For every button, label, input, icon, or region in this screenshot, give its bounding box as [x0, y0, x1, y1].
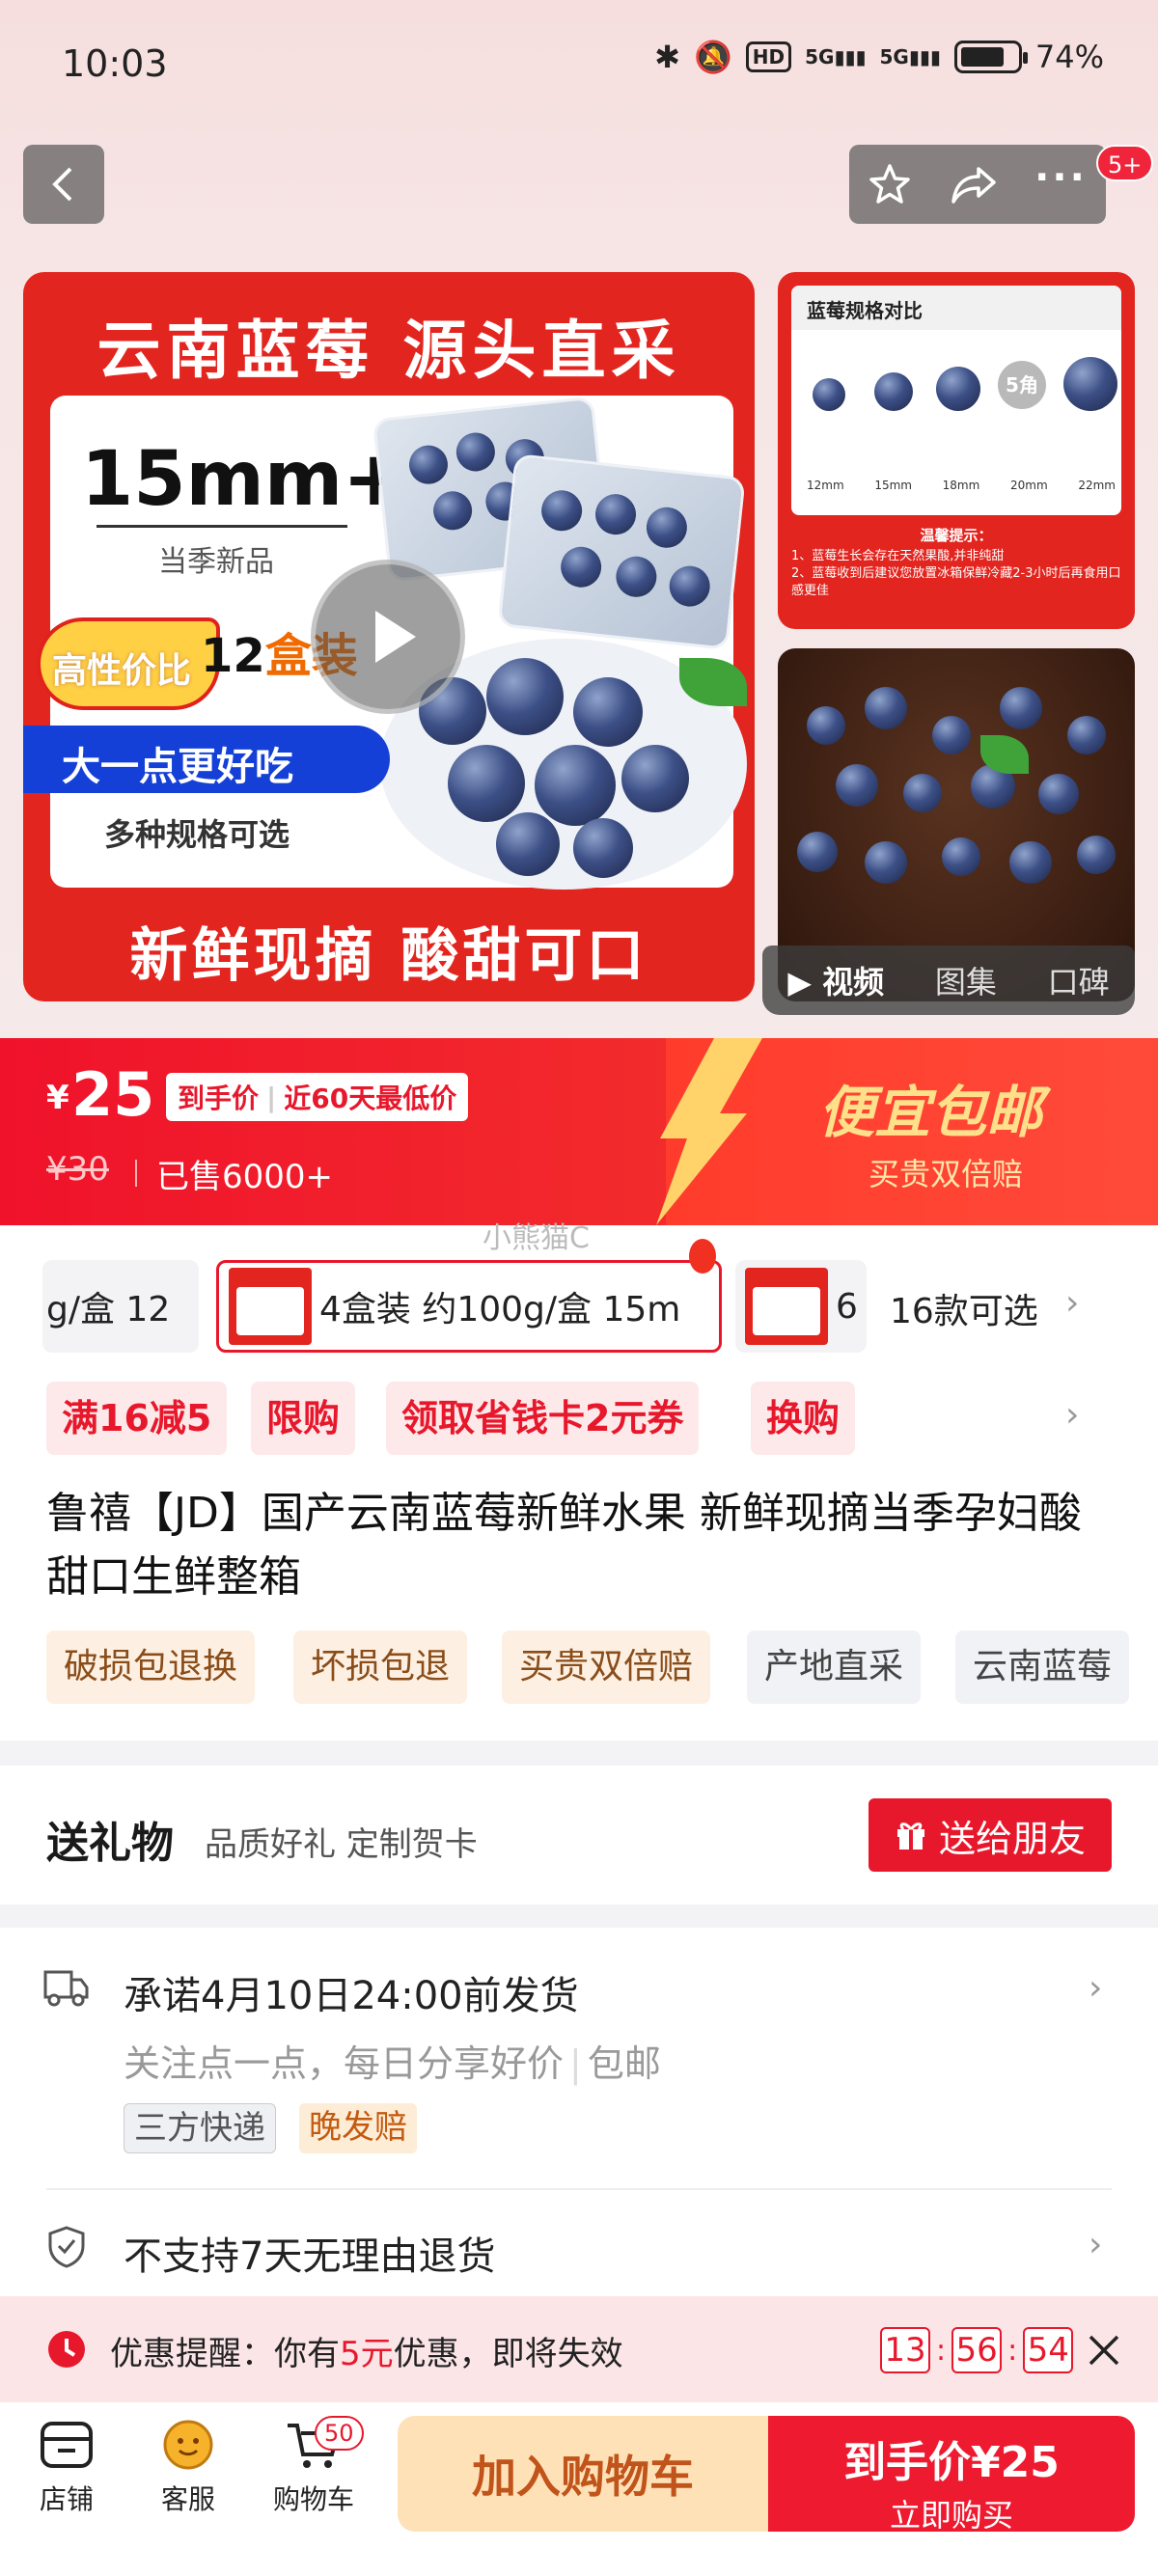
berry-box-image-2 — [497, 452, 746, 651]
value-badge: 高性价比 — [37, 617, 220, 710]
sku-option[interactable]: 6 — [735, 1260, 867, 1353]
signal-icon-2: 5G▮▮▮ — [879, 45, 941, 69]
truck-icon — [43, 1970, 89, 2007]
chevron-right-icon[interactable]: › — [1089, 2225, 1102, 2264]
promo-tag[interactable]: 换购 — [751, 1382, 856, 1455]
promo-headline: 便宜包邮 — [818, 1080, 1043, 1145]
express-tag: 三方快递 — [124, 2103, 276, 2153]
follow-text: 关注点一点，每日分享好价 | 包邮 — [124, 2042, 661, 2085]
multi-spec-label: 多种规格可选 — [104, 816, 290, 853]
status-time: 10:03 — [62, 42, 168, 85]
cart-count-badge: 50 — [315, 2416, 364, 2451]
original-price: ¥30 — [46, 1150, 109, 1189]
add-to-cart-button[interactable]: 加入购物车 — [398, 2416, 768, 2532]
late-compensation-tag: 晚发赔 — [299, 2103, 417, 2153]
battery-level: 74% — [1034, 39, 1104, 75]
countdown-seconds: 54 — [1023, 2327, 1074, 2373]
watermark: 小熊猫C — [482, 1221, 590, 1255]
gift-title: 送礼物 — [46, 1819, 174, 1868]
countdown-minutes: 56 — [951, 2327, 1003, 2373]
service-icon — [163, 2420, 213, 2470]
season-label: 当季新品 — [158, 545, 274, 579]
sku-count[interactable]: 16款可选 — [890, 1283, 1038, 1333]
hot-icon — [689, 1239, 716, 1274]
mute-bell-icon: 🔕 — [693, 39, 732, 75]
customer-service-button[interactable]: 客服 — [135, 2418, 241, 2517]
shield-check-icon — [48, 2226, 85, 2268]
size-comparison-thumbnail[interactable]: 蓝莓规格对比 5角 12mm 15mm 18mm 20mm 22mm 温馨提示： 1、蓝… — [778, 272, 1135, 629]
close-icon[interactable] — [1087, 2333, 1121, 2368]
play-icon — [375, 611, 416, 663]
bluetooth-icon: ✱ — [654, 39, 680, 75]
chevron-right-icon[interactable]: › — [1065, 1395, 1079, 1435]
price-currency: ¥ — [46, 1079, 69, 1117]
ship-promise: 承诺4月10日24:00前发货 — [124, 1974, 579, 2018]
share-icon[interactable] — [950, 163, 998, 206]
main-image-footer: 新鲜现摘 酸甜可口 — [129, 922, 648, 990]
sku-option-selected[interactable]: 4盒装 约100g/盒 15m — [216, 1260, 722, 1353]
promo-tag[interactable]: 满16减5 — [46, 1382, 228, 1455]
feature-tag: 坏损包退 — [293, 1631, 468, 1704]
tip-title: 温馨提示： — [920, 527, 993, 544]
more-icon[interactable]: ··· — [1034, 155, 1088, 200]
status-icons: ✱ 🔕 HD 5G▮▮▮ 5G▮▮▮ 74% — [654, 39, 1104, 75]
feature-tag: 云南蓝莓 — [955, 1631, 1130, 1704]
divider — [46, 2188, 1112, 2190]
bigger-banner: 大一点更好吃 — [23, 726, 390, 793]
store-icon — [41, 2422, 93, 2468]
feature-tag: 产地直采 — [747, 1631, 922, 1704]
main-image-title: 云南蓝莓 源头直采 — [96, 314, 681, 388]
promo-tag[interactable]: 领取省钱卡2元券 — [386, 1382, 700, 1455]
sold-count: 已售6000+ — [134, 1150, 333, 1197]
product-title: 鲁禧【JD】国产云南蓝莓新鲜水果 新鲜现摘当季孕妇酸甜口生鲜整箱 — [46, 1489, 1082, 1602]
tab-gallery[interactable]: 图集 — [935, 958, 997, 1002]
chevron-left-icon — [52, 167, 72, 202]
comparison-header: 蓝莓规格对比 — [791, 286, 1121, 330]
divider — [96, 525, 347, 528]
promo-subline: 买贵双倍赔 — [868, 1156, 1024, 1192]
price-value: 25 — [71, 1059, 155, 1130]
size-label: 15mm+ — [81, 436, 406, 523]
signal-icon: 5G▮▮▮ — [805, 45, 867, 69]
star-icon[interactable] — [868, 162, 912, 206]
clock-icon — [48, 2331, 85, 2368]
gift-desc: 品质好礼 定制贺卡 — [205, 1825, 478, 1864]
countdown-hours: 13 — [880, 2327, 930, 2373]
store-button[interactable]: 店铺 — [14, 2418, 120, 2517]
video-play-button[interactable] — [311, 560, 465, 714]
promo-tag[interactable]: 限购 — [251, 1382, 356, 1455]
return-policy: 不支持7天无理由退货 — [124, 2234, 496, 2279]
nav-action-group: ··· — [849, 145, 1106, 224]
media-tabs: ▶ 视频 图集 口碑 — [762, 945, 1135, 1015]
battery-icon — [953, 41, 1028, 73]
coin-icon: 5角 — [998, 361, 1046, 409]
tip-text: 1、蓝莓生长会存在天然果酸,并非纯甜 2、蓝莓收到后建议您放置冰箱保鲜冷藏2-3小… — [791, 549, 1121, 598]
reminder-text: 优惠提醒：你有5元优惠，即将失效 — [110, 2335, 623, 2373]
feature-tag: 破损包退换 — [46, 1631, 256, 1704]
countdown-timer: 13: 56: 54 — [880, 2327, 1074, 2373]
buy-now-button[interactable]: 到手价¥25 立即购买 — [768, 2416, 1135, 2534]
chevron-right-icon[interactable]: › — [1065, 1283, 1079, 1323]
send-gift-button[interactable]: 送给朋友 — [868, 1798, 1112, 1872]
back-button[interactable] — [23, 145, 104, 224]
sku-option[interactable]: g/盒 12 — [42, 1260, 199, 1353]
lightning-icon — [656, 1038, 762, 1225]
chevron-right-icon[interactable]: › — [1089, 1968, 1102, 2008]
tab-reviews[interactable]: 口碑 — [1048, 958, 1110, 1002]
price-tag: 到手价 | 近60天最低价 — [166, 1073, 469, 1121]
size-list: 12mm 15mm 18mm 20mm 22mm — [807, 479, 1116, 492]
hd-icon: HD — [745, 41, 792, 72]
feature-tag: 买贵双倍赔 — [502, 1631, 711, 1704]
message-badge: 5+ — [1096, 145, 1154, 181]
gift-icon — [896, 1822, 924, 1850]
tab-video[interactable]: ▶ 视频 — [787, 958, 884, 1002]
